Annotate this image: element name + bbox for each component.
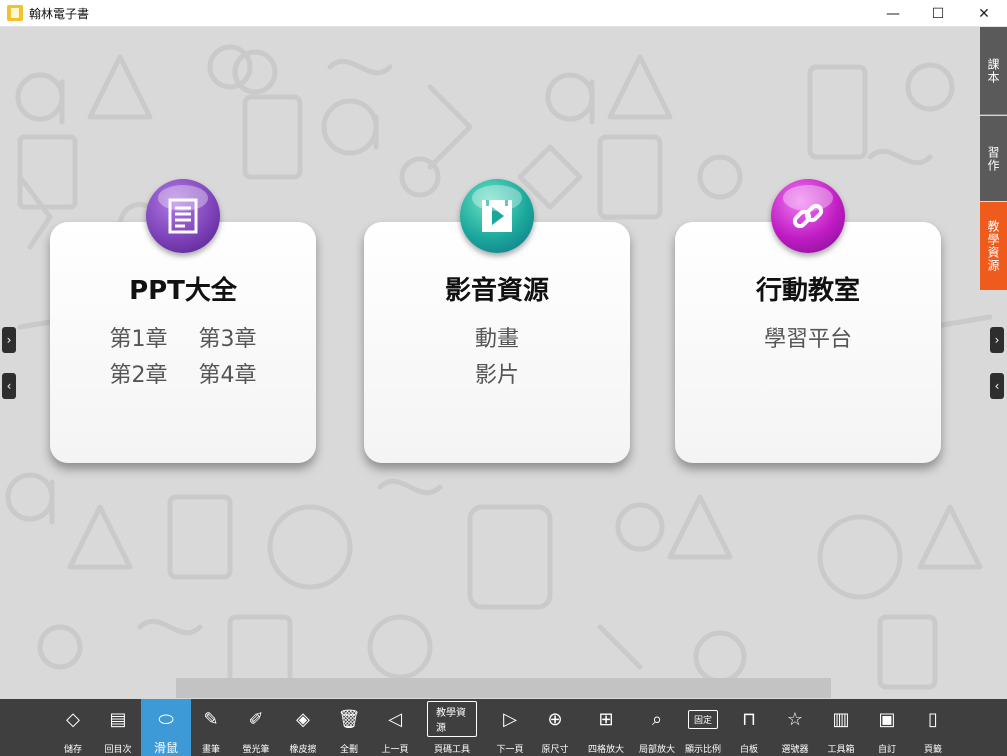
mouse-icon: ⬭ [158, 708, 174, 730]
link-chapter-2[interactable]: 第2章 [110, 358, 168, 394]
bookmark-icon: ▯ [928, 708, 938, 730]
video-icon[interactable] [460, 179, 534, 253]
bookmark-button[interactable]: ▯ 頁籤 [908, 699, 958, 756]
window-title: 翰林電子書 [29, 7, 90, 21]
link-chapter-4[interactable]: 第4章 [199, 358, 257, 394]
zoom-icon: ⊕ [547, 708, 563, 730]
card-title: 影音資源 [444, 276, 549, 306]
list-icon: ▤ [109, 708, 127, 730]
app-logo-icon [7, 5, 23, 21]
magnifier-icon: ⌕ [651, 708, 663, 730]
link-chapter-1[interactable]: 第1章 [110, 322, 168, 358]
title-bar: 翰林電子書 — ☐ ✕ [0, 0, 1007, 27]
link-video[interactable]: 影片 [475, 358, 519, 394]
link-chain-icon[interactable] [771, 179, 845, 253]
link-learning-platform[interactable]: 學習平台 [764, 322, 852, 358]
monitor-icon: 固定 [687, 709, 718, 729]
card-title: 行動教室 [755, 276, 860, 306]
page-tool-button[interactable]: 教學資源 頁碼工具 [427, 699, 477, 756]
toolbox-icon: ▥ [832, 708, 850, 730]
card-title: PPT大全 [129, 276, 237, 306]
triangle-right-icon: ▷ [503, 708, 517, 730]
prev-page-arrow-left[interactable]: ‹ [2, 373, 16, 399]
star-icon: ☆ [786, 708, 804, 730]
whiteboard-icon: ⊓ [741, 708, 757, 730]
next-page-arrow-right[interactable]: › [990, 327, 1004, 353]
prev-page-arrow-right[interactable]: ‹ [990, 373, 1004, 399]
triangle-left-icon: ◁ [388, 708, 402, 730]
minimize-button[interactable]: — [870, 0, 916, 27]
link-chapter-3[interactable]: 第3章 [199, 322, 257, 358]
custom-icon: ▣ [878, 708, 896, 730]
tab-textbook[interactable]: 課本 [980, 27, 1007, 115]
card-media: 影音資源 動畫 影片 [364, 179, 630, 463]
previous-page-button[interactable]: ◁ 上一頁 [370, 699, 420, 756]
card-ppt: PPT大全 第1章 第3章 第2章 第4章 [50, 179, 316, 463]
current-page-box: 教學資源 [427, 701, 477, 737]
trash-icon: 🗑 [337, 708, 361, 730]
maximize-button[interactable]: ☐ [915, 0, 961, 27]
pen-icon: ✎ [203, 708, 219, 730]
document-icon[interactable] [146, 179, 220, 253]
four-grid-zoom-button[interactable]: ⊞ 四格放大 [581, 699, 631, 756]
bottom-toolbar: ◇ 儲存 ▤ 回目次 ⬭ 滑鼠 ✎ 畫筆 ✐ 螢光筆 ◈ 橡皮擦 🗑 全刪 ◁ … [0, 699, 1007, 756]
tab-teaching-resources[interactable]: 教學資源 [980, 202, 1007, 290]
original-size-button[interactable]: ⊕ 原尺寸 [530, 699, 580, 756]
next-page-arrow-left[interactable]: › [2, 327, 16, 353]
book-page-area: PPT大全 第1章 第3章 第2章 第4章 影音資源 動畫 影片 行動教室 學習… [0, 27, 1007, 699]
link-animation[interactable]: 動畫 [475, 322, 519, 358]
close-button[interactable]: ✕ [961, 0, 1007, 27]
highlighter-icon: ✐ [248, 708, 264, 730]
tab-workbook[interactable]: 習作 [980, 116, 1007, 201]
page-scrollbar[interactable] [176, 678, 831, 698]
grid-icon: ⊞ [598, 708, 614, 730]
eraser-diamond-icon: ◇ [66, 708, 80, 730]
card-mobile-classroom: 行動教室 學習平台 [675, 179, 941, 463]
eraser-icon: ◈ [296, 708, 310, 730]
